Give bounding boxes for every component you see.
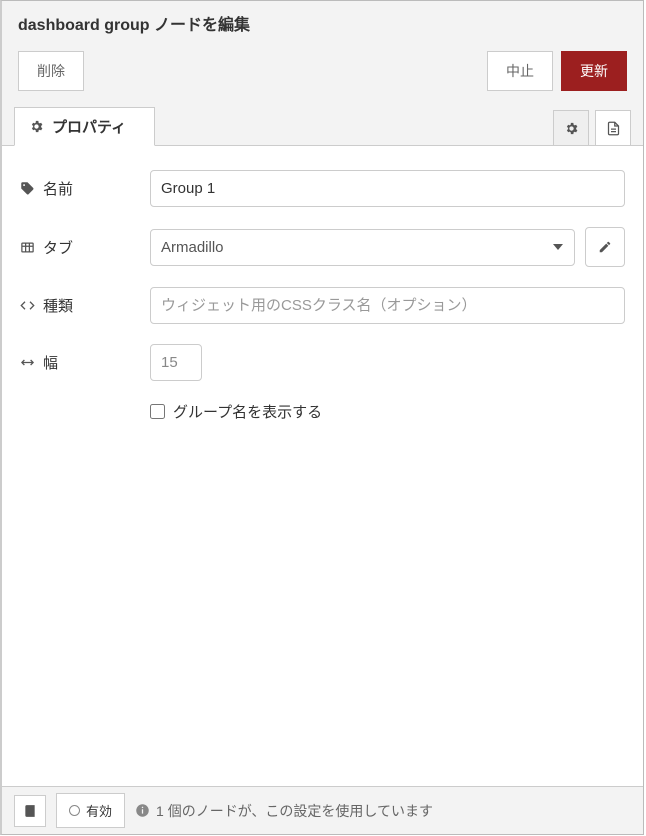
pencil-icon: [598, 240, 612, 254]
enabled-toggle[interactable]: 有効: [56, 793, 125, 828]
row-show-group-name: グループ名を表示する: [150, 401, 625, 422]
action-bar: 削除 中止 更新: [2, 43, 643, 107]
show-group-name-checkbox[interactable]: [150, 404, 165, 419]
row-width: 幅: [20, 344, 625, 381]
usage-message: 1 個のノードが、この設定を使用しています: [135, 801, 433, 821]
width-label: 幅: [43, 352, 58, 373]
edit-tab-button[interactable]: [585, 227, 625, 267]
settings-tab-button[interactable]: [553, 110, 589, 146]
tabs-row: プロパティ: [2, 107, 643, 146]
gear-icon: [29, 119, 44, 134]
row-type: 種類: [20, 287, 625, 324]
update-button[interactable]: 更新: [561, 51, 627, 91]
edit-panel: dashboard group ノードを編集 削除 中止 更新 プロパティ: [0, 0, 644, 835]
circle-icon: [69, 805, 80, 816]
tab-properties[interactable]: プロパティ: [14, 107, 155, 146]
book-icon: [23, 804, 37, 818]
name-label: 名前: [43, 178, 73, 199]
info-icon: [135, 803, 150, 818]
arrows-h-icon: [20, 355, 35, 370]
show-group-name-label: グループ名を表示する: [173, 401, 322, 422]
row-name: 名前: [20, 170, 625, 207]
code-icon: [20, 298, 35, 313]
footer: 有効 1 個のノードが、この設定を使用しています: [2, 786, 643, 834]
library-button[interactable]: [14, 795, 46, 827]
enabled-label: 有効: [86, 801, 112, 820]
tab-select[interactable]: Armadillo: [150, 229, 575, 266]
tab-properties-label: プロパティ: [52, 116, 126, 137]
type-input[interactable]: [150, 287, 625, 324]
delete-button[interactable]: 削除: [18, 51, 84, 91]
grid-icon: [20, 240, 35, 255]
form-content: 名前 タブ Armadillo: [2, 146, 643, 786]
document-icon: [606, 121, 621, 136]
tab-label: タブ: [43, 237, 73, 258]
width-input[interactable]: [150, 344, 202, 381]
tag-icon: [20, 181, 35, 196]
cancel-button[interactable]: 中止: [487, 51, 553, 91]
gear-icon: [564, 121, 579, 136]
row-tab: タブ Armadillo: [20, 227, 625, 267]
panel-title: dashboard group ノードを編集: [2, 1, 643, 43]
type-label: 種類: [43, 295, 73, 316]
doc-tab-button[interactable]: [595, 110, 631, 146]
name-input[interactable]: [150, 170, 625, 207]
usage-text: 1 個のノードが、この設定を使用しています: [156, 801, 433, 821]
